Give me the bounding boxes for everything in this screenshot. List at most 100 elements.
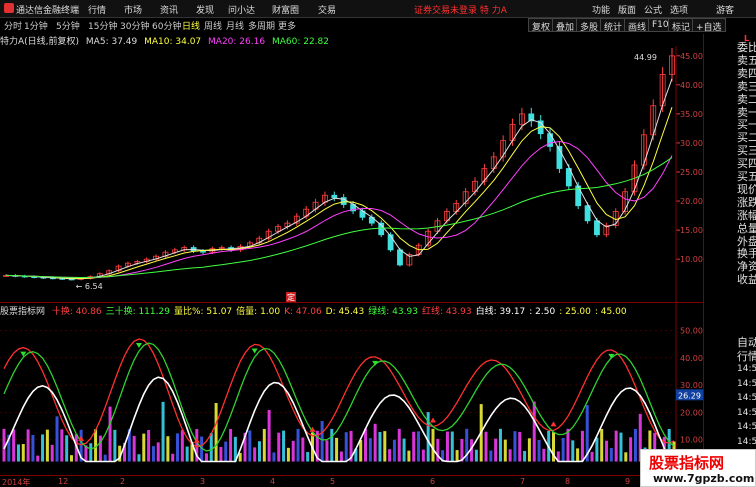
period-30min[interactable]: 30分钟 (120, 19, 149, 32)
tick-time-2: 14:56 (737, 393, 756, 403)
volume-bar (262, 428, 266, 462)
period-5min[interactable]: 5分钟 (56, 19, 80, 32)
price-kline-chart[interactable]: 45.00 40.00 35.00 30.00 25.00 20.00 15.00 10.00… (0, 46, 703, 302)
quote-label-18: 收益 (737, 273, 756, 287)
login-warning[interactable]: 证券交易未登录 特 力A (414, 3, 507, 16)
period-more[interactable]: 更多 (278, 19, 296, 32)
period-60min[interactable]: 60分钟 (152, 19, 181, 32)
period-daily[interactable]: 日线 (182, 19, 200, 32)
volume-bar (185, 446, 189, 462)
time-axis: 2014年 12 2 3 4 5 6 7 8 9 (0, 475, 703, 487)
menu-item-xuanxiang[interactable]: 选项 (670, 3, 688, 16)
volume-bar (31, 435, 35, 462)
volume-bar (301, 437, 305, 462)
indicator-axis-tick: 40.00 (680, 354, 703, 363)
menu-item-gongshi[interactable]: 公式 (644, 3, 662, 16)
volume-bar (16, 444, 20, 462)
volume-bar (248, 430, 252, 462)
menu-item-gongneng[interactable]: 功能 (592, 3, 610, 16)
volume-bar (600, 428, 604, 462)
volume-bar (518, 431, 522, 462)
volume-bar (523, 450, 527, 462)
time-axis-label-5: 5 (330, 477, 336, 486)
volume-bar (156, 442, 160, 462)
menu-item-shichang[interactable]: 市场 (124, 3, 142, 16)
volume-bar (397, 428, 401, 462)
volume-bar (373, 423, 377, 462)
time-axis-label-2: 2 (120, 477, 126, 486)
volume-bar (629, 437, 633, 462)
volume-bar (566, 428, 570, 462)
period-monthly[interactable]: 月线 (226, 19, 244, 32)
fuquan-button[interactable]: 复权 (528, 18, 555, 33)
price-axis-tick: 10.00 (680, 255, 703, 264)
volume-bar (571, 440, 575, 462)
volume-bar (103, 454, 107, 462)
indicator-chart[interactable]: 50.00 40.00 30.00 20.00 10.00 26.29 (0, 303, 703, 475)
menu-item-banmian[interactable]: 版面 (618, 3, 636, 16)
volume-bar (383, 431, 387, 462)
period-multi[interactable]: 多周期 (248, 19, 275, 32)
volume-bar (89, 443, 93, 462)
volume-bar (65, 435, 69, 462)
period-fenshi[interactable]: 分时 (4, 19, 22, 32)
volume-bar (561, 437, 565, 462)
volume-bar (508, 449, 512, 462)
volume-bar (286, 447, 290, 462)
menu-item-zixun[interactable]: 资讯 (160, 3, 178, 16)
volume-bar (392, 439, 396, 462)
time-axis-label-4: 4 (270, 477, 276, 486)
volume-bar (605, 440, 609, 462)
price-axis-tick: 25.00 (680, 168, 703, 177)
price-axis-tick: 15.00 (680, 226, 703, 235)
volume-bar (113, 429, 117, 462)
candle (547, 133, 553, 147)
menu-item-youke[interactable]: 游客 (716, 3, 734, 16)
menu-bar: 通达信金融终端 行情 市场 资讯 发现 问小达 财富圈 交易 证券交易未登录 特… (0, 0, 756, 18)
volume-bar (417, 431, 421, 462)
menu-item-faxian[interactable]: 发现 (196, 3, 214, 16)
period-15min[interactable]: 15分钟 (88, 19, 117, 32)
volume-bar (171, 453, 175, 462)
stats-button[interactable]: 统计 (600, 18, 627, 33)
period-1min[interactable]: 1分钟 (24, 19, 48, 32)
red-line (3, 338, 675, 448)
candle (200, 250, 206, 253)
draw-line-button[interactable]: 画线 (624, 18, 651, 33)
mark-button[interactable]: 标记 (668, 18, 695, 33)
volume-bar (257, 441, 261, 462)
volume-bar (219, 446, 223, 462)
volume-bar (402, 438, 406, 462)
volume-bar (41, 434, 45, 462)
buy-arrow-icon (550, 421, 557, 427)
volume-bar (633, 428, 637, 462)
menu-item-caifuquan[interactable]: 财富圈 (272, 3, 299, 16)
multi-stock-button[interactable]: 多股 (576, 18, 603, 33)
price-axis-tick: 40.00 (680, 81, 703, 90)
volume-bar (364, 428, 368, 462)
volume-bar (580, 430, 584, 462)
volume-bar (132, 435, 136, 462)
overlay-button[interactable]: 叠加 (552, 18, 579, 33)
volume-bar (537, 440, 541, 462)
add-watchlist-button[interactable]: +自选 (692, 18, 726, 33)
volume-bar (21, 444, 25, 462)
watermark-url: www.7gpzb.com (653, 472, 755, 485)
volume-bar (489, 450, 493, 462)
menu-item-jiaoyi[interactable]: 交易 (318, 3, 336, 16)
indicator-axis-tick: 20.00 (680, 408, 703, 417)
volume-bar (267, 409, 271, 462)
volume-bar (474, 449, 478, 462)
volume-bar (330, 428, 334, 462)
time-axis-label-6: 6 (430, 477, 436, 486)
menu-item-wenxiaoda[interactable]: 问小达 (228, 3, 255, 16)
volume-bar (272, 452, 276, 462)
ma-info-bar: 特力A(日线,前复权) MA5: 37.49 MA10: 34.07 MA20:… (0, 34, 700, 47)
menu-item-hangqing[interactable]: 行情 (88, 3, 106, 16)
buy-arrow-icon (429, 417, 436, 423)
app-logo-icon (4, 3, 14, 13)
period-weekly[interactable]: 周线 (204, 19, 222, 32)
panel-tab-1[interactable]: 行情 (737, 348, 756, 364)
volume-bar (503, 439, 507, 462)
volume-bar (50, 444, 54, 462)
